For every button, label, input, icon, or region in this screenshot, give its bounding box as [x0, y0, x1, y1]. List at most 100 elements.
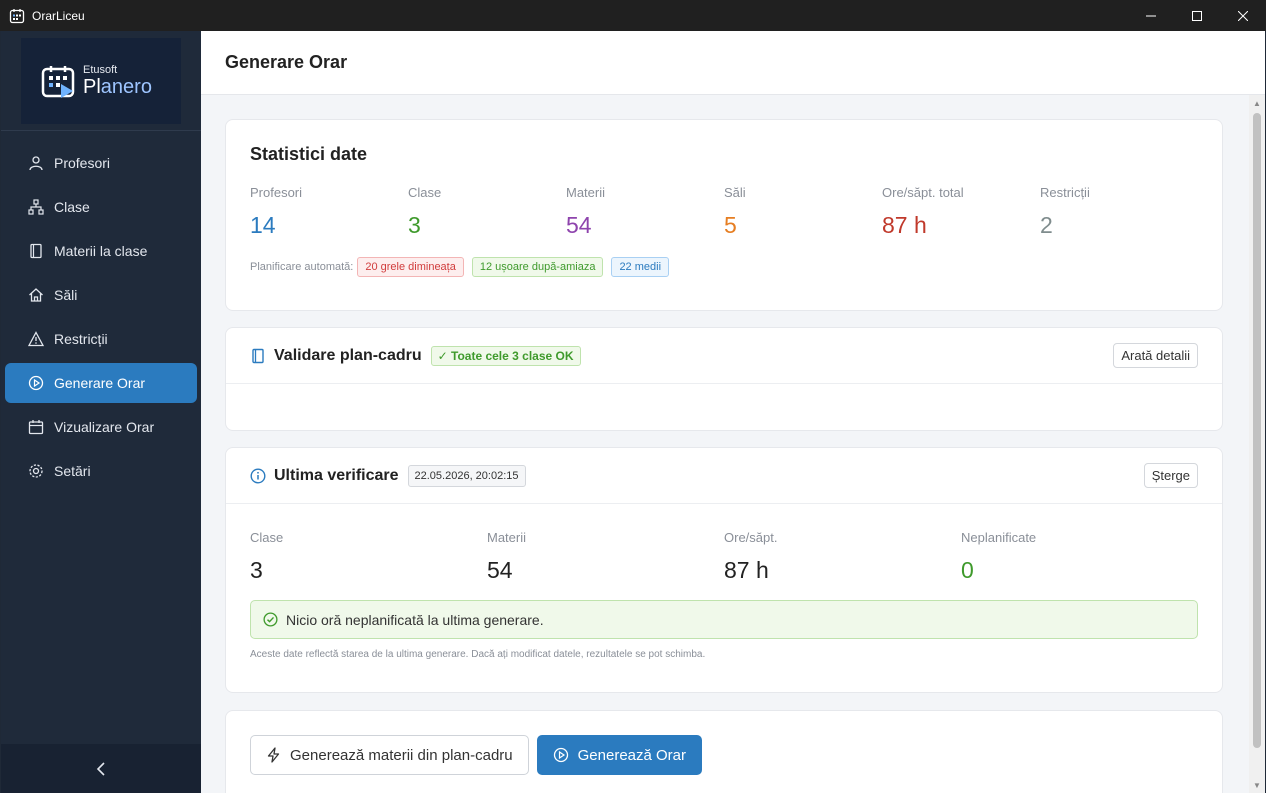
gear-icon	[27, 462, 45, 480]
page-header: Generare Orar	[201, 31, 1265, 95]
info-icon	[250, 467, 266, 484]
stat-value: 54	[487, 557, 513, 583]
stat-ore-total: Ore/săpt. total 87 h	[882, 185, 1040, 239]
show-details-button[interactable]: Arată detalii	[1113, 343, 1198, 368]
sidebar-item-label: Generare Orar	[54, 375, 146, 391]
scroll-up-arrow-icon[interactable]: ▲	[1252, 99, 1262, 109]
book-icon	[252, 348, 264, 363]
stat-label: Clase	[250, 530, 284, 545]
sidebar-nav: Profesori Clase Materii la clase Săli Re…	[1, 131, 201, 491]
book-icon	[27, 242, 45, 260]
tag-light-afternoon: 12 ușoare după-amiaza	[471, 257, 604, 277]
app-icon	[9, 8, 25, 23]
sidebar-item-generare-orar[interactable]: Generare Orar	[5, 363, 197, 403]
actions-card: Generează materii din plan-cadru Generea…	[225, 710, 1223, 793]
tag-heavy-morning: 20 grele dimineața	[357, 257, 464, 277]
stat-label: Clase	[408, 185, 442, 200]
delete-button[interactable]: Șterge	[1143, 463, 1198, 488]
page-title: Generare Orar	[225, 52, 348, 72]
stat-value: 87 h	[724, 557, 769, 583]
validation-status-badge: ✓ Toate cele 3 clase OK	[430, 345, 581, 366]
sidebar-item-clase[interactable]: Clase	[5, 187, 197, 227]
scroll-down-arrow-icon[interactable]: ▼	[1252, 781, 1262, 791]
auto-planning-label: Planificare automată:	[250, 261, 354, 273]
sidebar-item-setari[interactable]: Setări	[5, 451, 197, 491]
sidebar-item-restrictii[interactable]: Restricții	[5, 319, 197, 359]
hierarchy-icon	[27, 198, 45, 216]
stat-value: 3	[408, 212, 421, 238]
validation-card: Validare plan-cadru ✓ Toate cele 3 clase…	[225, 327, 1223, 431]
stat-value: 3	[250, 557, 263, 583]
chevron-left-icon	[96, 761, 105, 776]
close-icon	[1238, 10, 1248, 21]
sidebar-item-label: Săli	[54, 287, 78, 303]
vertical-scrollbar[interactable]: ▲ ▼	[1249, 95, 1265, 793]
stat-value: 54	[566, 212, 592, 238]
stat-label: Săli	[724, 185, 746, 200]
stat-label: Materii	[566, 185, 606, 200]
maximize-icon	[1192, 10, 1202, 21]
window-title: OrarLiceu	[32, 8, 85, 23]
sidebar-collapse-button[interactable]	[1, 744, 201, 793]
sidebar: Etusoft Planero Profesori Clase Materii …	[1, 31, 201, 793]
sidebar-item-sali[interactable]: Săli	[5, 275, 197, 315]
stats-card: Statistici date Profesori 14 Clase 3 Mat…	[225, 119, 1223, 311]
generate-subjects-button[interactable]: Generează materii din plan-cadru	[250, 735, 529, 775]
calendar-logo-icon	[41, 65, 75, 98]
stat-profesori: Profesori 14	[250, 185, 408, 239]
logo: Etusoft Planero	[21, 37, 181, 124]
stat-value: 87 h	[882, 212, 927, 238]
stat-restrictii: Restricții 2	[1040, 185, 1198, 239]
sidebar-item-label: Setări	[54, 463, 91, 479]
stats-row: Profesori 14 Clase 3 Materii 54 Săli 5 O…	[250, 185, 1198, 239]
sidebar-item-label: Profesori	[54, 155, 111, 171]
user-icon	[27, 154, 45, 172]
stat-value: 5	[724, 212, 737, 238]
tag-medium: 22 medii	[611, 257, 670, 277]
calendar-icon	[27, 418, 45, 436]
stat-value: 14	[250, 212, 276, 238]
stat-sali: Săli 5	[724, 185, 882, 239]
validation-title: Validare plan-cadru	[274, 346, 422, 364]
stat-label: Materii	[487, 530, 527, 545]
main-content: Generare Orar Statistici date Profesori …	[201, 31, 1265, 793]
generate-subjects-label: Generează materii din plan-cadru	[290, 746, 513, 764]
minimize-button[interactable]	[1128, 0, 1174, 31]
play-circle-icon	[553, 747, 569, 763]
last-check-date: 22.05.2026, 20:02:15	[407, 464, 526, 487]
sidebar-item-label: Vizualizare Orar	[54, 419, 155, 435]
home-icon	[27, 286, 45, 304]
check-circle-icon	[263, 612, 278, 627]
sidebar-item-profesori[interactable]: Profesori	[5, 143, 197, 183]
warning-icon	[27, 330, 45, 348]
stat-label: Restricții	[1040, 185, 1090, 200]
stats-card-title: Statistici date	[250, 144, 368, 164]
generate-schedule-button[interactable]: Generează Orar	[536, 735, 703, 775]
logo-brand-big: Planero	[83, 75, 152, 98]
last-check-stats: Clase 3 Materii 54 Ore/săpt. 87 h Neplan…	[226, 504, 1222, 584]
last-stat-materii: Materii 54	[487, 530, 724, 584]
last-stat-neplanificate: Neplanificate 0	[961, 530, 1198, 584]
stat-label: Profesori	[250, 185, 303, 200]
logo-brand-small: Etusoft	[83, 63, 118, 76]
sidebar-item-materii[interactable]: Materii la clase	[5, 231, 197, 271]
last-check-title: Ultima verificare	[274, 466, 399, 484]
close-button[interactable]	[1220, 0, 1266, 31]
title-bar: OrarLiceu	[0, 0, 1266, 31]
scrollbar-thumb[interactable]	[1253, 113, 1261, 748]
stat-materii: Materii 54	[566, 185, 724, 239]
stat-label: Ore/săpt.	[724, 530, 778, 545]
maximize-button[interactable]	[1174, 0, 1220, 31]
generate-schedule-label: Generează Orar	[577, 746, 687, 764]
sidebar-item-vizualizare-orar[interactable]: Vizualizare Orar	[5, 407, 197, 447]
last-check-card-header: Ultima verificare 22.05.2026, 20:02:15 Ș…	[226, 448, 1222, 504]
stat-label: Ore/săpt. total	[882, 185, 964, 200]
last-stat-clase: Clase 3	[250, 530, 487, 584]
stat-label: Neplanificate	[961, 530, 1037, 545]
minimize-icon	[1146, 15, 1156, 16]
success-message: Nicio oră neplanificată la ultima genera…	[286, 611, 544, 628]
stat-clase: Clase 3	[408, 185, 566, 239]
sidebar-item-label: Clase	[54, 199, 90, 215]
logo-area: Etusoft Planero	[1, 31, 201, 131]
auto-planning-row: Planificare automată: 20 grele dimineața…	[250, 257, 1198, 277]
